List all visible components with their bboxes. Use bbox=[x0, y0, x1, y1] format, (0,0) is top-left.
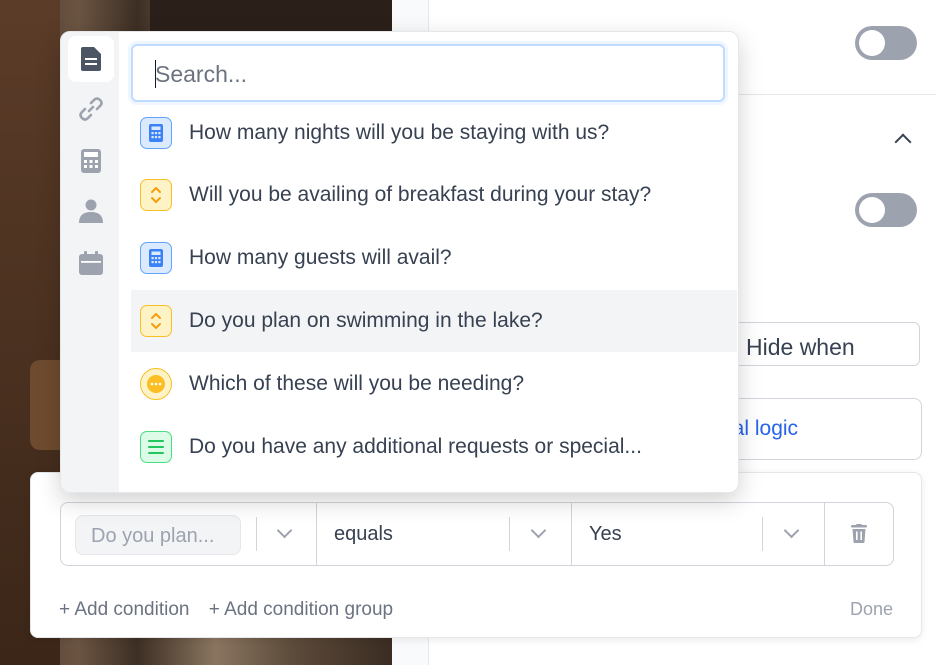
multiple-choice-icon bbox=[140, 368, 172, 400]
document-icon[interactable] bbox=[68, 36, 114, 82]
chevron-down-icon[interactable] bbox=[783, 522, 800, 539]
option-item[interactable]: Do you plan on swimming in the lake? bbox=[131, 290, 737, 352]
hide-when-label: Hide when bbox=[746, 334, 855, 360]
calculator-icon bbox=[140, 242, 172, 274]
chevron-down-icon[interactable] bbox=[530, 522, 547, 539]
done-button[interactable]: Done bbox=[850, 599, 893, 620]
add-condition-button[interactable]: + Add condition bbox=[59, 599, 189, 620]
condition-actions: + Add condition + Add condition group bbox=[59, 599, 407, 621]
toggle-switch[interactable] bbox=[855, 193, 917, 227]
conditions-card: Do you plan... equals Yes + Add conditio… bbox=[30, 472, 922, 638]
yes-no-icon bbox=[140, 305, 172, 337]
answer-select[interactable]: Yes bbox=[572, 503, 825, 565]
field-pill: Do you plan... bbox=[75, 515, 241, 555]
toggle-knob bbox=[859, 30, 885, 56]
person-icon[interactable] bbox=[68, 188, 114, 234]
operator-select[interactable]: equals bbox=[317, 503, 572, 565]
toggle-knob bbox=[859, 197, 885, 223]
option-label: How many nights will you be staying with… bbox=[189, 121, 610, 144]
field-picker-popup: Search... How many nights will you be st… bbox=[60, 31, 739, 493]
option-label: How many guests will avail? bbox=[189, 246, 452, 269]
yes-no-icon bbox=[140, 179, 172, 211]
add-condition-group-button[interactable]: + Add condition group bbox=[209, 599, 393, 620]
option-label: Which of these will you be needing? bbox=[189, 372, 525, 395]
long-text-icon bbox=[140, 431, 172, 463]
calculator-icon bbox=[140, 117, 172, 149]
option-label: Do you plan on swimming in the lake? bbox=[189, 309, 543, 332]
calculator-icon[interactable] bbox=[68, 138, 114, 184]
option-item[interactable]: Do you have any additional requests or s… bbox=[131, 416, 737, 478]
calendar-icon[interactable] bbox=[68, 240, 114, 286]
toggle-switch[interactable] bbox=[855, 26, 917, 60]
option-label: Will you be availing of breakfast during… bbox=[189, 183, 652, 206]
text-cursor bbox=[155, 60, 156, 88]
select-divider bbox=[762, 517, 763, 551]
option-item[interactable]: How many nights will you be staying with… bbox=[131, 102, 737, 164]
answer-value: Yes bbox=[589, 523, 622, 545]
option-item[interactable]: Which of these will you be needing? bbox=[131, 353, 737, 415]
search-placeholder: Search... bbox=[155, 61, 248, 87]
option-item[interactable]: How many guests will avail? bbox=[131, 227, 737, 289]
field-select[interactable]: Do you plan... bbox=[61, 503, 317, 565]
select-divider bbox=[256, 517, 257, 551]
search-input[interactable]: Search... bbox=[131, 44, 725, 102]
chevron-down-icon[interactable] bbox=[276, 522, 293, 539]
select-divider bbox=[509, 517, 510, 551]
hide-when-select[interactable]: Hide when bbox=[720, 322, 920, 366]
field-type-sidebar bbox=[61, 32, 119, 492]
option-item[interactable]: Will you be availing of breakfast during… bbox=[131, 164, 737, 226]
option-label: Do you have any additional requests or s… bbox=[189, 435, 642, 458]
condition-row: Do you plan... equals Yes bbox=[60, 502, 894, 566]
delete-condition-button[interactable] bbox=[825, 503, 893, 565]
trash-icon bbox=[851, 524, 867, 543]
operator-value: equals bbox=[334, 523, 393, 545]
link-icon[interactable] bbox=[68, 86, 114, 132]
